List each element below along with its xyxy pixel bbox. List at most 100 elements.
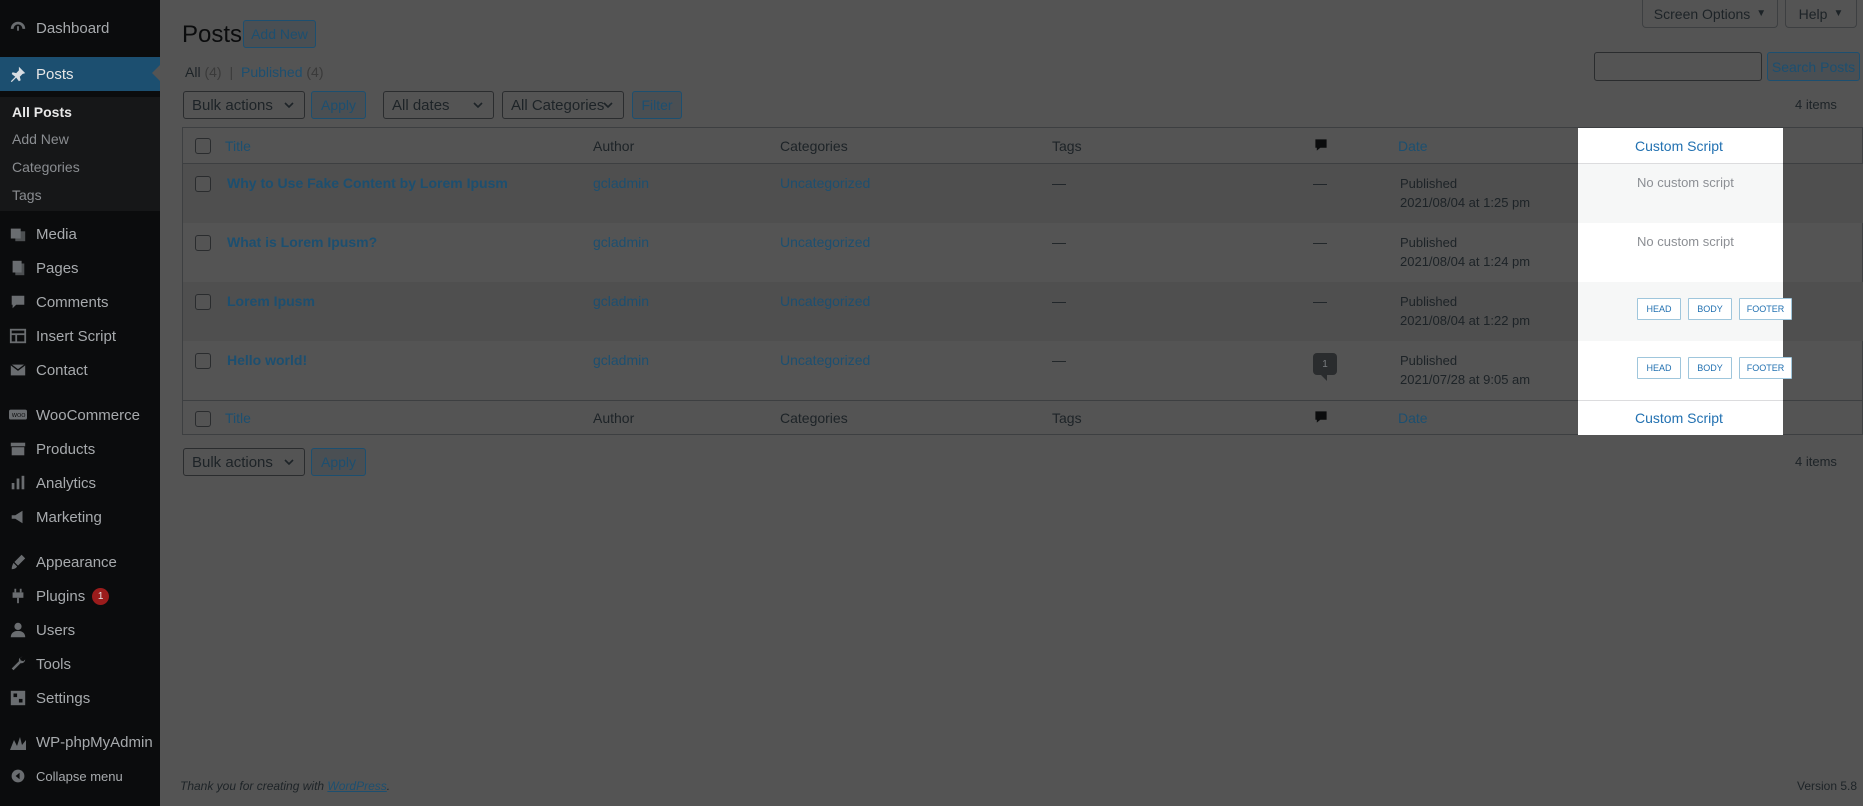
menu-plugins[interactable]: Plugins 1 — [0, 580, 160, 612]
submenu-all-posts[interactable]: All Posts — [12, 104, 72, 120]
column-tags-header: Tags — [1052, 138, 1082, 154]
menu-woocommerce[interactable]: WOO WooCommerce — [0, 399, 160, 431]
post-author-link[interactable]: gcladmin — [593, 175, 649, 191]
post-author-link[interactable]: gcladmin — [593, 352, 649, 368]
apply-button-top[interactable]: Apply — [311, 91, 366, 119]
head-script-button[interactable]: HEAD — [1637, 298, 1681, 320]
head-script-button[interactable]: HEAD — [1637, 357, 1681, 379]
footer-script-button[interactable]: FOOTER — [1739, 357, 1792, 379]
menu-wp-phpmyadmin[interactable]: WP-phpMyAdmin — [0, 726, 160, 758]
no-custom-script-text: No custom script — [1637, 234, 1734, 249]
wordpress-link[interactable]: WordPress — [327, 779, 386, 793]
chevron-down-icon — [284, 102, 294, 109]
search-posts-button[interactable]: Search Posts — [1767, 52, 1860, 81]
category-filter-select[interactable]: All Categories — [502, 91, 624, 119]
menu-dashboard[interactable]: Dashboard — [0, 12, 160, 44]
submenu-categories[interactable]: Categories — [12, 159, 80, 175]
menu-marketing[interactable]: Marketing — [0, 501, 160, 533]
post-title-link[interactable]: Hello world! — [227, 352, 307, 368]
menu-label: Contact — [36, 361, 88, 379]
add-new-button[interactable]: Add New — [243, 20, 316, 48]
row-checkbox[interactable] — [195, 176, 211, 192]
body-script-button[interactable]: BODY — [1688, 357, 1732, 379]
post-category-link[interactable]: Uncategorized — [780, 234, 870, 250]
menu-settings[interactable]: Settings — [0, 682, 160, 714]
column-title-header[interactable]: Title — [225, 138, 251, 154]
column-custom-script-footer: Custom Script — [1635, 410, 1723, 426]
chart-icon — [8, 473, 28, 493]
comments-column-icon[interactable] — [1314, 410, 1328, 427]
menu-analytics[interactable]: Analytics — [0, 467, 160, 499]
column-date-header[interactable]: Date — [1398, 138, 1428, 154]
woo-icon: WOO — [8, 405, 28, 425]
post-date-value: 2021/08/04 at 1:25 pm — [1400, 195, 1531, 210]
menu-appearance[interactable]: Appearance — [0, 546, 160, 578]
view-published[interactable]: Published (4) — [241, 64, 324, 80]
page-title: Posts — [182, 21, 243, 48]
menu-media[interactable]: Media — [0, 218, 160, 250]
submenu-add-new[interactable]: Add New — [12, 131, 69, 147]
comment-count-bubble[interactable]: 1 — [1313, 353, 1337, 381]
svg-text:WOO: WOO — [12, 413, 26, 419]
submenu-tags[interactable]: Tags — [12, 187, 42, 203]
menu-insert-script[interactable]: Insert Script — [0, 320, 160, 352]
view-all[interactable]: All (4) — [185, 64, 222, 80]
menu-tools[interactable]: Tools — [0, 648, 160, 680]
screen-options-button[interactable]: Screen Options ▼ — [1642, 0, 1778, 28]
row-checkbox[interactable] — [195, 235, 211, 251]
custom-script-header-cell: Custom Script — [1578, 128, 1783, 164]
post-author-link[interactable]: gcladmin — [593, 293, 649, 309]
footer-script-button[interactable]: FOOTER — [1739, 298, 1792, 320]
post-author-link[interactable]: gcladmin — [593, 234, 649, 250]
column-date-footer[interactable]: Date — [1398, 410, 1428, 426]
row-checkbox[interactable] — [195, 294, 211, 310]
post-status: Published — [1400, 176, 1458, 191]
menu-label: Pages — [36, 259, 79, 277]
footer-version: Version 5.8 — [1797, 779, 1858, 793]
update-count-badge: 1 — [92, 587, 110, 605]
posts-table: Title Author Categories Tags Date Custom… — [182, 127, 1863, 435]
body-script-button[interactable]: BODY — [1688, 298, 1732, 320]
comments-column-icon[interactable] — [1314, 138, 1328, 155]
footer-thanks-text: Thank you for creating with — [180, 779, 325, 793]
menu-products[interactable]: Products — [0, 433, 160, 465]
post-title-link[interactable]: Lorem Ipusm — [227, 293, 315, 309]
post-category-link[interactable]: Uncategorized — [780, 175, 870, 191]
select-all-checkbox-bottom[interactable] — [195, 411, 211, 427]
row-checkbox[interactable] — [195, 353, 211, 369]
post-title-link[interactable]: What is Lorem Ipusm? — [227, 234, 377, 250]
post-category-link[interactable]: Uncategorized — [780, 293, 870, 309]
search-input[interactable] — [1594, 52, 1762, 81]
filter-button[interactable]: Filter — [632, 91, 682, 119]
post-comments: — — [1313, 175, 1327, 191]
menu-pages[interactable]: Pages — [0, 252, 160, 284]
post-comments: — — [1313, 234, 1327, 250]
post-category-link[interactable]: Uncategorized — [780, 352, 870, 368]
post-comments: — — [1313, 293, 1327, 309]
bulk-actions-select-bottom[interactable]: Bulk actions — [183, 448, 305, 476]
menu-users[interactable]: Users — [0, 614, 160, 646]
admin-sidebar: Dashboard Posts All Posts Add New Catego… — [0, 0, 160, 806]
column-tags-footer: Tags — [1052, 410, 1082, 426]
apply-button-bottom[interactable]: Apply — [311, 448, 366, 476]
post-status: Published — [1400, 294, 1458, 309]
post-title-link[interactable]: Why to Use Fake Content by Lorem Ipusm — [227, 175, 508, 191]
column-title-footer[interactable]: Title — [225, 410, 251, 426]
menu-label: Appearance — [36, 553, 117, 571]
items-count-top: 4 items — [1795, 97, 1837, 112]
menu-comments[interactable]: Comments — [0, 286, 160, 318]
help-button[interactable]: Help ▼ — [1785, 0, 1857, 28]
column-author-header: Author — [593, 138, 635, 154]
chevron-down-icon — [603, 102, 613, 109]
category-filter-label: All Categories — [511, 96, 605, 114]
bulk-actions-select-top[interactable]: Bulk actions — [183, 91, 305, 119]
column-author-footer: Author — [593, 410, 635, 426]
date-filter-select[interactable]: All dates — [383, 91, 494, 119]
menu-contact[interactable]: Contact — [0, 354, 160, 386]
menu-posts[interactable]: Posts — [0, 57, 160, 91]
collapse-menu-button[interactable]: Collapse menu — [0, 760, 160, 792]
post-date-value: 2021/08/04 at 1:24 pm — [1400, 254, 1531, 269]
menu-label: Collapse menu — [36, 768, 123, 784]
select-all-checkbox[interactable] — [195, 138, 211, 154]
custom-script-cell: HEAD BODY FOOTER — [1578, 341, 1792, 400]
